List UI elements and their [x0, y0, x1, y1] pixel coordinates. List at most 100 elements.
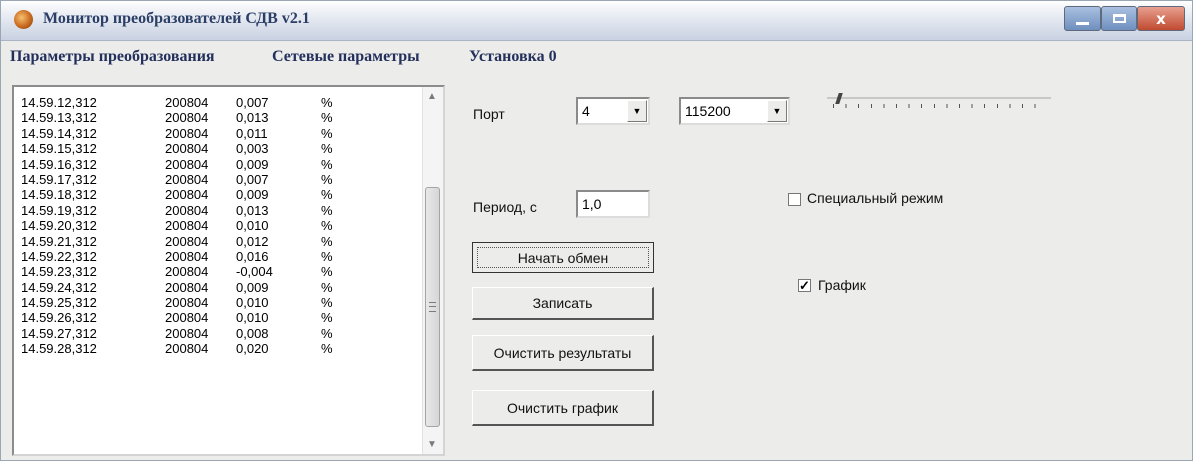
menu-conversion-parameters[interactable]: Параметры преобразования	[10, 48, 215, 66]
grip-icon	[429, 302, 436, 312]
row-unit: %	[321, 248, 333, 264]
start-exchange-button[interactable]: Начать обмен	[472, 242, 654, 273]
row-time: 14.59.19,312	[21, 202, 97, 218]
row-code: 200804	[165, 156, 209, 172]
row-value: 0,009	[236, 187, 269, 203]
row-value: 0,012	[236, 233, 269, 249]
chart-checkbox[interactable]: ✓	[798, 279, 811, 292]
focus-rectangle	[477, 247, 649, 268]
row-unit: %	[321, 218, 333, 234]
rate-slider[interactable]	[827, 93, 1051, 111]
period-value: 1,0	[582, 196, 602, 212]
row-unit: %	[321, 279, 333, 295]
window-title: Монитор преобразователей СДВ v2.1	[43, 10, 310, 27]
row-time: 14.59.22,312	[21, 248, 97, 264]
row-unit: %	[321, 125, 333, 141]
row-value: 0,010	[236, 295, 269, 311]
row-unit: %	[321, 295, 333, 311]
row-time: 14.59.16,312	[21, 156, 97, 172]
menu-bar: Параметры преобразования Сетевые парамет…	[1, 41, 1192, 79]
row-unit: %	[321, 310, 333, 326]
row-time: 14.59.12,312	[21, 95, 97, 110]
port-value: 4	[582, 103, 590, 119]
row-code: 200804	[165, 110, 209, 126]
special-mode-label: Специальный режим	[807, 190, 944, 206]
row-unit: %	[321, 171, 333, 187]
row-time: 14.59.15,312	[21, 141, 97, 157]
row-unit: %	[321, 156, 333, 172]
row-unit: %	[321, 341, 333, 357]
special-mode-checkbox[interactable]	[788, 193, 801, 206]
port-select[interactable]: 4 ▼	[576, 97, 650, 125]
write-button[interactable]: Записать	[472, 287, 654, 320]
minimize-button[interactable]	[1064, 6, 1101, 31]
maximize-button[interactable]	[1101, 6, 1137, 31]
row-code: 200804	[165, 279, 209, 295]
minimize-icon	[1076, 22, 1089, 25]
slider-track	[827, 97, 1051, 99]
row-value: 0,008	[236, 325, 269, 341]
period-input[interactable]: 1,0	[576, 190, 650, 218]
main-window: Монитор преобразователей СДВ v2.1 x Пара…	[0, 0, 1193, 461]
row-time: 14.59.20,312	[21, 218, 97, 234]
maximize-icon	[1112, 14, 1126, 23]
scroll-thumb[interactable]	[425, 187, 440, 427]
menu-zero-setting[interactable]: Установка 0	[469, 48, 557, 66]
period-label: Период, с	[473, 199, 537, 215]
row-code: 200804	[165, 248, 209, 264]
row-code: 200804	[165, 341, 209, 357]
clear-results-label: Очистить результаты	[493, 344, 632, 361]
clear-chart-label: Очистить график	[507, 399, 618, 416]
write-label: Записать	[532, 295, 593, 311]
row-code: 200804	[165, 95, 209, 110]
scroll-down-icon[interactable]: ▼	[427, 439, 437, 450]
clear-chart-button[interactable]: Очистить график	[472, 390, 654, 426]
row-value: 0,020	[236, 341, 269, 357]
row-value: 0,009	[236, 156, 269, 172]
row-unit: %	[321, 233, 333, 249]
row-code: 200804	[165, 141, 209, 157]
row-code: 200804	[165, 187, 209, 203]
row-value: 0,013	[236, 110, 269, 126]
row-value: 0,016	[236, 248, 269, 264]
row-time: 14.59.27,312	[21, 325, 97, 341]
row-value: 0,007	[236, 95, 269, 110]
row-code: 200804	[165, 218, 209, 234]
row-unit: %	[321, 202, 333, 218]
row-value: 0,013	[236, 202, 269, 218]
chevron-down-icon: ▼	[772, 106, 782, 116]
clear-results-button[interactable]: Очистить результаты	[472, 335, 654, 371]
row-time: 14.59.17,312	[21, 171, 97, 187]
row-code: 200804	[165, 233, 209, 249]
row-value: 0,007	[236, 171, 269, 187]
results-scrollbar[interactable]: ▲ ▼	[422, 87, 443, 454]
baud-dropdown-button[interactable]: ▼	[767, 100, 787, 122]
row-value: 0,003	[236, 141, 269, 157]
scroll-up-icon[interactable]: ▲	[427, 91, 437, 102]
row-value: 0,011	[236, 125, 268, 141]
row-code: 200804	[165, 202, 209, 218]
slider-ticks	[833, 104, 1047, 108]
chart-label: График	[818, 277, 866, 293]
row-time: 14.59.21,312	[21, 233, 97, 249]
checkmark-icon: ✓	[799, 278, 810, 293]
row-time: 14.59.26,312	[21, 310, 97, 326]
baud-select[interactable]: 115200 ▼	[679, 97, 790, 125]
row-value: 0,009	[236, 279, 269, 295]
menu-network-parameters[interactable]: Сетевые параметры	[272, 48, 420, 66]
app-icon[interactable]	[14, 10, 33, 29]
title-bar[interactable]: Монитор преобразователей СДВ v2.1 x	[1, 1, 1192, 41]
row-time: 14.59.13,312	[21, 110, 97, 126]
row-code: 200804	[165, 125, 209, 141]
results-list[interactable]: 14.59.12,312 200804 0,007% 14.59.13,312 2008…	[12, 85, 445, 456]
port-label: Порт	[473, 106, 505, 122]
row-time: 14.59.28,312	[21, 341, 97, 357]
row-unit: %	[321, 264, 333, 280]
row-unit: %	[321, 325, 333, 341]
chevron-down-icon: ▼	[632, 106, 642, 116]
port-dropdown-button[interactable]: ▼	[627, 100, 647, 122]
row-unit: %	[321, 187, 333, 203]
row-code: 200804	[165, 295, 209, 311]
row-time: 14.59.18,312	[21, 187, 97, 203]
close-button[interactable]: x	[1137, 6, 1185, 31]
